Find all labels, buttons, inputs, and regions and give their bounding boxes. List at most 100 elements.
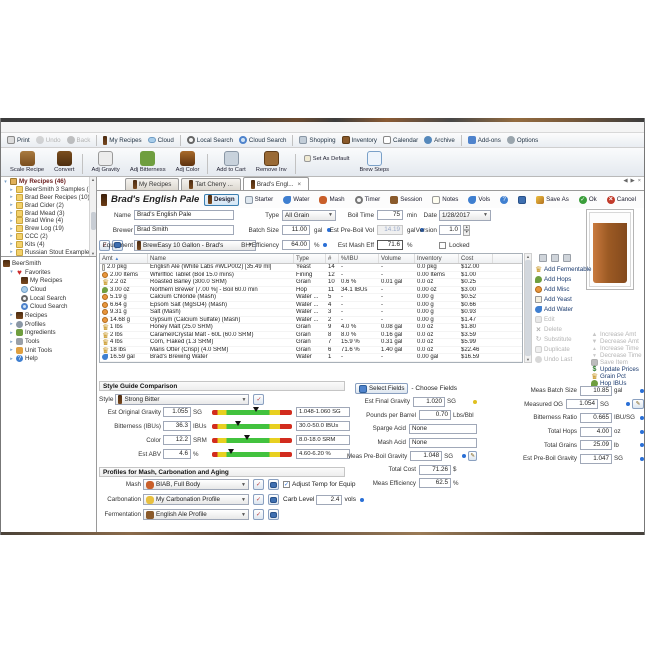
boil-time-input[interactable]: 75 — [377, 210, 403, 220]
name-input[interactable]: Brad's English Pale — [134, 210, 234, 220]
carbonation-save-button[interactable] — [268, 494, 279, 505]
table-scrollbar[interactable]: ▲▼ — [524, 253, 532, 363]
expander-icon[interactable]: ▸ — [9, 347, 14, 353]
expander-icon[interactable]: ▸ — [9, 312, 14, 318]
cloud-button[interactable]: Cloud — [145, 134, 177, 146]
Maris Otter (Crisp) (4.0 SRM)[interactable]: 18 lbs Maris Otter (Crisp) (4.0 SRM) Gra… — [100, 347, 522, 355]
tree-item[interactable]: ▸ Recipes — [1, 311, 96, 320]
edit-pencil-button[interactable]: ✎ — [632, 399, 644, 409]
stat-value-input[interactable]: 1.047 — [580, 454, 612, 464]
remove-inv-button[interactable]: Remove Inv — [251, 149, 292, 175]
fermentation-apply-button[interactable]: ✓ — [253, 509, 264, 520]
carbonation-apply-button[interactable]: ✓ — [253, 494, 264, 505]
tree-item[interactable]: Local Search — [1, 294, 96, 303]
expander-icon[interactable]: ▸ — [9, 321, 14, 327]
Epsom Salt (MgSO4) (Mash)[interactable]: 6.64 g Epsom Salt (MgSO4) (Mash) Water .… — [100, 302, 522, 310]
stat-value-input[interactable]: 62.5 — [419, 478, 451, 488]
nav-close-icon[interactable]: × — [638, 178, 641, 184]
back-button[interactable]: Back — [64, 134, 94, 146]
expander-icon[interactable]: ▸ — [9, 226, 14, 232]
cut-icon[interactable] — [539, 254, 547, 262]
display-button[interactable] — [514, 194, 530, 206]
stat-value-input[interactable]: 71.26 — [419, 465, 451, 475]
scroll-down-icon[interactable]: ▼ — [91, 251, 95, 256]
stat-value-input[interactable]: 0.70 — [419, 410, 451, 420]
my-recipes-button[interactable]: My Recipes — [100, 134, 144, 146]
column-header-cost[interactable]: Cost — [459, 254, 493, 263]
vols-tab[interactable]: Vols — [464, 194, 494, 206]
expander-icon[interactable]: ▸ — [9, 241, 14, 247]
Honey Malt (25.0 SRM)[interactable]: 1 lbs Honey Malt (25.0 SRM) Grain 9 4.0 … — [100, 324, 522, 332]
column-header-num[interactable]: # — [326, 254, 339, 263]
tree-item[interactable]: ▸ BeerSmith 3 Samples (14) — [1, 186, 96, 194]
style-dropdown[interactable]: Strong Bitter▼ — [115, 394, 249, 405]
mash-save-button[interactable] — [268, 479, 279, 490]
column-header-inventory[interactable]: Inventory — [415, 254, 459, 263]
adj-bitterness-button[interactable]: Adj Bitterness — [125, 149, 171, 175]
select-fields-button[interactable]: Select Fields — [355, 383, 408, 394]
options-button[interactable]: Options — [504, 134, 541, 146]
tree-item[interactable]: ▸ Brad Cider (2) — [1, 201, 96, 209]
carbonation-profile-dropdown[interactable]: My Carbonation Profile▼ — [143, 494, 249, 505]
stat-value-input[interactable]: 0.665 — [580, 413, 612, 423]
metric-value-input[interactable]: 4.6 — [163, 449, 191, 459]
tree-item[interactable]: ▾ My Recipes (46) — [1, 178, 96, 186]
tree-item[interactable]: ▸ Brad Mead (3) — [1, 209, 96, 217]
mash-eff-input[interactable]: 71.6 — [377, 240, 403, 250]
tree-item[interactable]: ▸ Brad Beer Recipes (10) — [1, 194, 96, 202]
tree-item[interactable]: ▸ Russian Stout Examples (3) — [1, 248, 96, 256]
edit-pencil-button[interactable]: ✎ — [468, 451, 477, 461]
save-item-button[interactable]: Save Item — [591, 359, 644, 366]
design-tab[interactable]: Design — [204, 194, 239, 206]
version-spinner[interactable]: ▲▼ — [463, 225, 470, 236]
increase-amt-button[interactable]: Increase Amt — [591, 331, 644, 338]
type-dropdown[interactable]: All Grain▼ — [282, 210, 336, 221]
batch-size-input[interactable]: 11.00 — [282, 225, 310, 235]
tree-item[interactable]: Cloud — [1, 285, 96, 294]
stat-value-input[interactable]: 4.00 — [580, 427, 612, 437]
expander-icon[interactable]: ▸ — [9, 356, 14, 362]
bh-efficiency-input[interactable]: 64.00 — [282, 240, 310, 250]
nav-back-icon[interactable]: ◀ — [623, 178, 627, 184]
fermentation-save-button[interactable] — [268, 509, 279, 520]
increase-time-button[interactable]: Increase Time — [591, 345, 644, 352]
add-misc-button[interactable]: Add Misc — [535, 284, 591, 294]
add-fermentable-button[interactable]: Add Fermentable — [535, 264, 591, 274]
column-header-name[interactable]: Name — [148, 254, 294, 263]
stat-value-input[interactable]: 25.09 — [580, 440, 612, 450]
Brad's Brewing Water[interactable]: 16.59 gal Brad's Brewing Water Water 1 -… — [100, 354, 522, 362]
undo-last-button[interactable]: Undo Last — [535, 354, 591, 364]
add-hops-button[interactable]: Add Hops — [535, 274, 591, 284]
print-button[interactable]: Print — [4, 134, 33, 146]
duplicate-button[interactable]: Duplicate — [535, 344, 591, 354]
expander-icon[interactable]: ▸ — [9, 233, 14, 239]
expander-icon[interactable]: ▸ — [9, 210, 14, 216]
date-input[interactable]: 1/28/2017▼ — [439, 210, 491, 221]
tree-item[interactable]: ▸ Unit Tools — [1, 346, 96, 355]
stat-value-input[interactable]: 1.054 — [566, 399, 598, 409]
mash-apply-button[interactable]: ✓ — [253, 479, 264, 490]
expander-icon[interactable]: ▸ — [9, 249, 14, 255]
stat-value-input[interactable]: 10.85 — [580, 386, 612, 396]
save-as-button[interactable]: Save As — [532, 194, 573, 206]
tree-item[interactable]: BeerSmith — [1, 259, 96, 268]
cloud-search-button[interactable]: Cloud Search — [236, 134, 290, 146]
tree-item[interactable]: ▸ Help — [1, 355, 96, 364]
column-header-volume[interactable]: Volume — [379, 254, 415, 263]
Roasted Barley (300.0 SRM)[interactable]: 2.2 oz Roasted Barley (300.0 SRM) Grain … — [100, 279, 522, 287]
expander-icon[interactable]: ▸ — [9, 339, 14, 345]
expander-icon[interactable]: ▾ — [9, 269, 14, 275]
close-tab-icon[interactable]: × — [297, 181, 301, 188]
column-header-pct[interactable]: %/IBU — [339, 254, 379, 263]
inventory-button[interactable]: Inventory — [339, 134, 380, 146]
expander-icon[interactable]: ▸ — [9, 187, 14, 193]
expander-icon[interactable]: ▸ — [9, 202, 14, 208]
tree-item[interactable]: ▸ Tools — [1, 337, 96, 346]
add-yeast-button[interactable]: Add Yeast — [535, 294, 591, 304]
expander-icon[interactable]: ▸ — [9, 194, 14, 200]
expander-icon[interactable]: ▸ — [9, 218, 14, 224]
Corn, Flaked (1.3 SRM)[interactable]: 4 lbs Corn, Flaked (1.3 SRM) Grain 7 15.… — [100, 339, 522, 347]
copy-icon[interactable] — [551, 254, 559, 262]
mash-tab[interactable]: Mash — [315, 194, 348, 206]
stat-value-input[interactable]: None — [409, 424, 477, 434]
